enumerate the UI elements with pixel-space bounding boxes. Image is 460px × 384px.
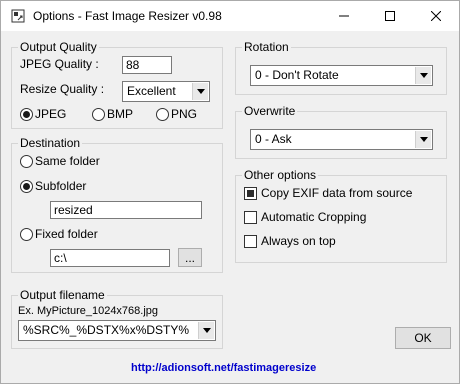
destination-group: Destination Same folder Subfolder resize… xyxy=(11,136,223,273)
radio-indicator xyxy=(20,107,33,121)
same-folder-label: Same folder xyxy=(35,154,100,168)
radio-indicator xyxy=(92,107,105,121)
format-png-label: PNG xyxy=(171,107,198,121)
dialog-client: Output Quality JPEG Quality : 88 Resize … xyxy=(1,31,459,383)
checkbox-indicator xyxy=(244,210,257,224)
rotation-value: 0 - Don't Rotate xyxy=(255,68,339,82)
options-window: Options - Fast Image Resizer v0.98 Outpu… xyxy=(0,0,460,384)
jpeg-quality-label: JPEG Quality : xyxy=(20,57,99,71)
filename-example: Ex. MyPicture_1024x768.jpg xyxy=(18,305,159,317)
jpeg-quality-input[interactable]: 88 xyxy=(122,56,172,74)
chevron-down-icon xyxy=(192,83,208,100)
format-png-radio[interactable]: PNG xyxy=(156,106,197,122)
radio-indicator xyxy=(20,154,33,168)
checkbox-indicator xyxy=(244,234,257,248)
rotation-select[interactable]: 0 - Don't Rotate xyxy=(250,65,433,86)
automatic-cropping-label: Automatic Cropping xyxy=(261,210,367,224)
other-options-legend: Other options xyxy=(242,168,319,182)
chevron-down-icon xyxy=(415,67,431,84)
format-bmp-radio[interactable]: BMP xyxy=(92,106,133,122)
overwrite-value: 0 - Ask xyxy=(255,132,292,146)
maximize-icon xyxy=(385,11,395,21)
rotation-legend: Rotation xyxy=(242,40,291,54)
always-on-top-label: Always on top xyxy=(261,234,336,248)
subfolder-radio[interactable]: Subfolder xyxy=(20,178,86,194)
copy-exif-checkbox[interactable]: Copy EXIF data from source xyxy=(244,185,412,201)
checkbox-indicator xyxy=(244,186,257,200)
website-link[interactable]: http://adionsoft.net/fastimageresize xyxy=(131,362,316,374)
copy-exif-label: Copy EXIF data from source xyxy=(261,186,413,200)
chevron-down-icon xyxy=(198,322,214,339)
resize-quality-value: Excellent xyxy=(127,84,176,98)
browse-button[interactable]: ... xyxy=(178,248,202,267)
resize-quality-select[interactable]: Excellent xyxy=(122,81,210,102)
chevron-down-icon xyxy=(415,131,431,148)
filename-pattern-value: %SRC%_%DSTX%x%DSTY% xyxy=(23,323,190,337)
minimize-icon xyxy=(339,15,349,17)
ok-button[interactable]: OK xyxy=(395,327,451,349)
app-icon xyxy=(11,9,25,23)
filename-pattern-select[interactable]: %SRC%_%DSTX%x%DSTY% xyxy=(18,320,216,341)
overwrite-legend: Overwrite xyxy=(242,104,298,118)
radio-indicator xyxy=(156,107,169,121)
destination-legend: Destination xyxy=(18,136,83,150)
automatic-cropping-checkbox[interactable]: Automatic Cropping xyxy=(244,209,366,225)
subfolder-input[interactable]: resized xyxy=(50,201,202,219)
window-title: Options - Fast Image Resizer v0.98 xyxy=(33,9,222,23)
overwrite-select[interactable]: 0 - Ask xyxy=(250,129,433,150)
format-jpeg-label: JPEG xyxy=(35,107,67,121)
other-options-group: Other options Copy EXIF data from source… xyxy=(235,168,447,263)
format-bmp-label: BMP xyxy=(107,107,134,121)
fixed-folder-input[interactable]: c:\ xyxy=(50,249,170,267)
output-quality-legend: Output Quality xyxy=(18,40,99,54)
radio-indicator xyxy=(20,227,33,241)
overwrite-group: Overwrite 0 - Ask xyxy=(235,104,447,159)
fixed-folder-label: Fixed folder xyxy=(35,227,98,241)
always-on-top-checkbox[interactable]: Always on top xyxy=(244,233,336,249)
same-folder-radio[interactable]: Same folder xyxy=(20,153,100,169)
maximize-button[interactable] xyxy=(367,1,413,31)
format-jpeg-radio[interactable]: JPEG xyxy=(20,106,66,122)
fixed-folder-radio[interactable]: Fixed folder xyxy=(20,226,98,242)
radio-indicator xyxy=(20,179,33,193)
close-button[interactable] xyxy=(413,1,459,31)
subfolder-label: Subfolder xyxy=(35,179,87,193)
close-icon xyxy=(431,11,441,21)
title-bar[interactable]: Options - Fast Image Resizer v0.98 xyxy=(1,1,459,31)
output-filename-legend: Output filename xyxy=(18,288,107,302)
minimize-button[interactable] xyxy=(321,1,367,31)
output-filename-group: Output filename Ex. MyPicture_1024x768.j… xyxy=(11,288,223,349)
rotation-group: Rotation 0 - Don't Rotate xyxy=(235,40,447,95)
resize-quality-label: Resize Quality : xyxy=(20,82,105,96)
output-quality-group: Output Quality JPEG Quality : 88 Resize … xyxy=(11,40,223,129)
